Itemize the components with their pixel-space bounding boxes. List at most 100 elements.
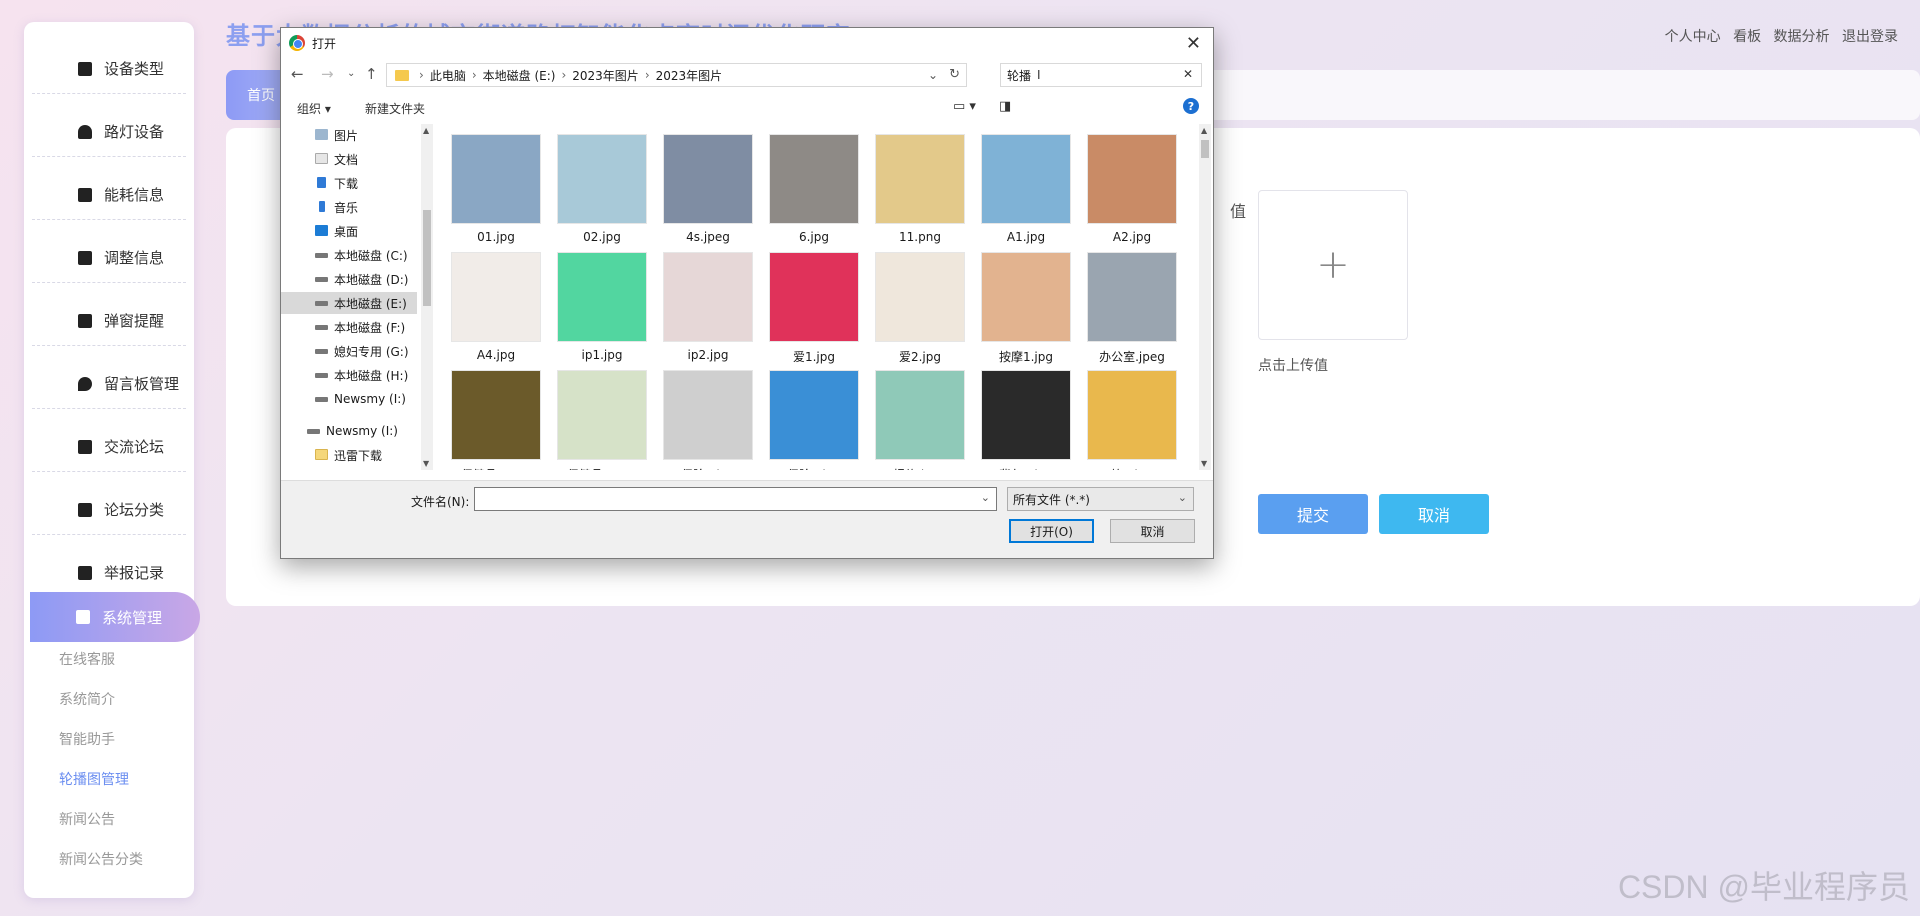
nav-item-documents[interactable]: 文档 [281, 148, 417, 170]
cancel-button[interactable]: 取消 [1379, 494, 1489, 534]
help-icon[interactable]: ? [1183, 98, 1199, 114]
scroll-down-icon[interactable]: ▼ [423, 459, 429, 468]
dialog-cancel-button[interactable]: 取消 [1110, 519, 1195, 543]
file-item[interactable]: ip1.jpg [547, 242, 647, 362]
scroll-up-icon[interactable]: ▲ [423, 126, 429, 135]
file-item[interactable]: 保险2.jpg [759, 360, 859, 470]
breadcrumb-item[interactable]: 本地磁盘 (E:) [483, 67, 556, 84]
image-thumbnail [875, 252, 965, 342]
file-item[interactable]: 背包1.jpg [971, 360, 1071, 470]
nav-item-drive-e[interactable]: 本地磁盘 (E:) [281, 292, 417, 314]
files-scrollbar[interactable]: ▲ ▼ [1199, 124, 1211, 470]
sidebar-item-report[interactable]: 举报记录 [32, 548, 186, 598]
refresh-icon[interactable]: ↻ [949, 67, 960, 82]
sidebar-item-device-type[interactable]: 设备类型 [32, 44, 186, 94]
up-arrow-icon[interactable]: ↑ [365, 65, 378, 83]
organize-button[interactable]: 组织 ▾ [297, 100, 331, 117]
nav-scrollbar[interactable]: ▲ ▼ [421, 124, 433, 470]
file-item[interactable]: 01.jpg [441, 124, 541, 244]
link-profile[interactable]: 个人中心 [1665, 29, 1721, 45]
sidebar-item-message-board[interactable]: 留言板管理 [32, 359, 186, 409]
view-options-icon[interactable]: ▭ ▾ [953, 99, 976, 114]
sub-item-carousel[interactable]: 轮播图管理 [59, 769, 129, 789]
file-item[interactable]: 02.jpg [547, 124, 647, 244]
image-thumbnail [451, 134, 541, 224]
file-item[interactable]: 报修.jpeg [865, 360, 965, 470]
nav-item-drive-g[interactable]: 媳妇专用 (G:) [281, 340, 417, 362]
submit-button[interactable]: 提交 [1258, 494, 1368, 534]
preview-pane-icon[interactable]: ◨ [999, 99, 1011, 114]
chevron-down-icon[interactable]: ⌄ [981, 491, 990, 504]
nav-item-drive-i-root[interactable]: Newsmy (I:) [281, 420, 417, 442]
upload-box[interactable]: + [1258, 190, 1408, 340]
nav-item-drive-c[interactable]: 本地磁盘 (C:) [281, 244, 417, 266]
file-item[interactable]: 爱1.jpg [759, 242, 859, 364]
nav-item-xunlei[interactable]: 迅雷下载 [281, 444, 417, 466]
search-input[interactable]: 轮播 I ✕ [1000, 63, 1202, 87]
file-item[interactable]: 保健品2.png [547, 360, 647, 470]
new-folder-button[interactable]: 新建文件夹 [365, 100, 425, 117]
scroll-thumb[interactable] [423, 210, 431, 306]
nav-item-downloads[interactable]: 下载 [281, 172, 417, 194]
sidebar-item-forum[interactable]: 交流论坛 [32, 422, 186, 472]
chevron-down-icon: ⌄ [1177, 491, 1187, 504]
link-logout[interactable]: 退出登录 [1842, 29, 1898, 45]
breadcrumb-item[interactable]: 2023年图片 [656, 67, 723, 84]
navigation-pane: 图片 文档 下载 音乐 桌面 本地磁盘 (C:) 本地磁盘 (D:) 本地磁盘 [281, 124, 429, 470]
scroll-thumb[interactable] [1201, 140, 1209, 158]
file-item[interactable]: A2.jpg [1077, 124, 1177, 244]
sidebar-item-forum-category[interactable]: 论坛分类 [32, 485, 186, 535]
file-item[interactable]: ip2.jpg [653, 242, 753, 362]
sidebar-item-popup[interactable]: 弹窗提醒 [32, 296, 186, 346]
chevron-right-icon: › [471, 68, 477, 82]
breadcrumb-item[interactable]: 2023年图片 [572, 67, 639, 84]
nav-item-label: 桌面 [334, 224, 359, 239]
file-item[interactable]: 办公室.jpeg [1077, 242, 1177, 364]
chevron-down-icon[interactable]: ⌄ [347, 68, 355, 79]
nav-item-desktop[interactable]: 桌面 [281, 220, 417, 242]
sidebar-item-streetlight[interactable]: 路灯设备 [32, 107, 186, 157]
file-item[interactable]: A4.jpg [441, 242, 541, 362]
file-item[interactable]: 笔1.jpg [1077, 360, 1177, 470]
chevron-down-icon[interactable]: ⌄ [928, 68, 938, 82]
sidebar-item-energy[interactable]: 能耗信息 [32, 170, 186, 220]
address-bar[interactable]: › 此电脑 › 本地磁盘 (E:) › 2023年图片 › 2023年图片 ⌄ … [386, 63, 967, 87]
image-thumbnail [769, 252, 859, 342]
back-arrow-icon[interactable]: ← [291, 65, 304, 83]
scroll-down-icon[interactable]: ▼ [1201, 459, 1207, 468]
sub-item-online-service[interactable]: 在线客服 [59, 649, 115, 669]
file-item[interactable]: 爱2.jpg [865, 242, 965, 364]
sidebar-item-system[interactable]: 系统管理 [30, 592, 200, 642]
nav-item-label: 图片 [334, 128, 359, 143]
sidebar-item-adjust[interactable]: 调整信息 [32, 233, 186, 283]
nav-item-pictures[interactable]: 图片 [281, 124, 417, 146]
link-analytics[interactable]: 数据分析 [1774, 29, 1830, 45]
nav-item-drive-i[interactable]: Newsmy (I:) [281, 388, 417, 410]
sub-item-news[interactable]: 新闻公告 [59, 809, 115, 829]
file-item[interactable]: 保险1.jpg [653, 360, 753, 470]
forward-arrow-icon[interactable]: → [321, 65, 334, 83]
nav-item-label: 本地磁盘 (F:) [334, 320, 406, 335]
file-item[interactable]: 6.jpg [759, 124, 859, 244]
sub-item-system-intro[interactable]: 系统简介 [59, 689, 115, 709]
nav-item-drive-h[interactable]: 本地磁盘 (H:) [281, 364, 417, 386]
file-item[interactable]: 11.png [865, 124, 965, 244]
breadcrumb-item[interactable]: 此电脑 [430, 67, 466, 84]
nav-item-music[interactable]: 音乐 [281, 196, 417, 218]
file-item[interactable]: 保健品1.png [441, 360, 541, 470]
file-item[interactable]: 按摩1.jpg [971, 242, 1071, 364]
nav-item-drive-d[interactable]: 本地磁盘 (D:) [281, 268, 417, 290]
clear-icon[interactable]: ✕ [1183, 67, 1193, 81]
file-item[interactable]: 4s.jpeg [653, 124, 753, 244]
chevron-right-icon: › [644, 68, 650, 82]
open-button[interactable]: 打开(O) [1009, 519, 1094, 543]
close-icon[interactable]: ✕ [1186, 33, 1201, 54]
scroll-up-icon[interactable]: ▲ [1201, 126, 1207, 135]
filename-input[interactable]: ⌄ [474, 487, 997, 511]
file-item[interactable]: A1.jpg [971, 124, 1071, 244]
sub-item-news-category[interactable]: 新闻公告分类 [59, 849, 143, 869]
filetype-select[interactable]: 所有文件 (*.*) ⌄ [1007, 487, 1194, 511]
nav-item-drive-f[interactable]: 本地磁盘 (F:) [281, 316, 417, 338]
link-dashboard[interactable]: 看板 [1733, 29, 1761, 45]
sub-item-assistant[interactable]: 智能助手 [59, 729, 115, 749]
